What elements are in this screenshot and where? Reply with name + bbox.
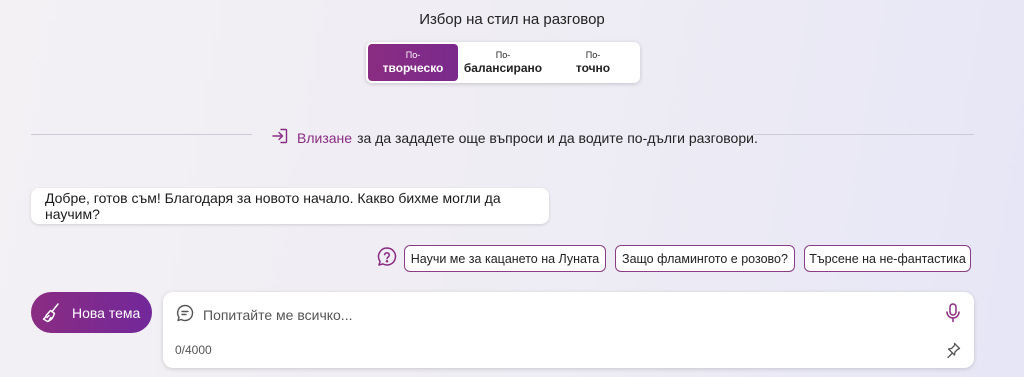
- style-option-precise[interactable]: По- точно: [548, 44, 638, 81]
- character-counter: 0/4000: [175, 343, 212, 357]
- suggestion-chip[interactable]: Защо фламингото е розово?: [615, 245, 795, 272]
- signin-arrow-icon: [271, 127, 297, 148]
- suggestion-chip[interactable]: Научи ме за кацането на Луната: [404, 245, 606, 272]
- conversation-style-selector: По- творческо По- балансирано По- точно: [366, 42, 640, 83]
- new-topic-button[interactable]: Нова тема: [31, 292, 152, 333]
- new-topic-label: Нова тема: [72, 304, 141, 321]
- suggestion-chip[interactable]: Търсене на не-фантастика: [804, 245, 971, 272]
- signin-text: за да зададете още въпроси и да водите п…: [357, 129, 758, 146]
- question-bubble-icon: [376, 246, 398, 273]
- signin-link[interactable]: Влизане: [297, 130, 352, 146]
- style-option-balanced[interactable]: По- балансирано: [458, 44, 548, 81]
- style-selector-title: Избор на стил на разговор: [419, 11, 605, 28]
- bot-message-text: Добре, готов съм! Благодаря за новото на…: [45, 190, 501, 222]
- broom-icon: [41, 302, 63, 324]
- style-option-prefix: По-: [405, 50, 421, 60]
- divider-left: [31, 134, 252, 135]
- style-option-prefix: По-: [585, 50, 601, 60]
- style-option-label: балансирано: [463, 61, 543, 75]
- bot-message: Добре, готов съм! Благодаря за новото на…: [31, 188, 549, 224]
- chat-bubble-icon: [175, 303, 195, 328]
- microphone-icon[interactable]: [944, 302, 962, 329]
- chat-input[interactable]: [203, 304, 903, 326]
- style-option-label: точно: [575, 61, 611, 75]
- signin-prompt: Влизане за да зададете още въпроси и да …: [271, 127, 758, 148]
- style-option-label: творческо: [382, 61, 444, 75]
- pin-icon[interactable]: [944, 341, 962, 364]
- style-option-prefix: По-: [495, 50, 511, 60]
- chat-input-box: 0/4000: [163, 292, 974, 368]
- style-option-creative[interactable]: По- творческо: [368, 44, 458, 81]
- divider-right: [753, 134, 974, 135]
